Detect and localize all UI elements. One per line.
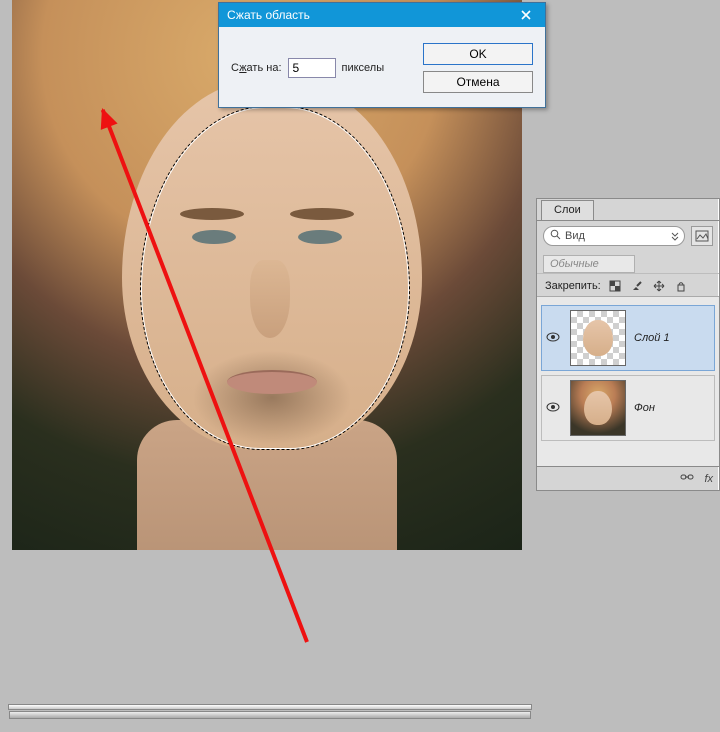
lock-pixels-icon[interactable] <box>609 280 623 292</box>
lock-row: Закрепить: <box>537 273 719 296</box>
dialog-title: Сжать область <box>227 8 310 22</box>
tab-layers[interactable]: Слои <box>541 200 594 220</box>
layer-name[interactable]: Слой 1 <box>634 332 670 344</box>
close-icon <box>521 10 531 20</box>
filter-reset-button[interactable] <box>691 226 713 246</box>
ok-button[interactable]: OK <box>423 43 533 65</box>
units-label: пикселы <box>342 62 385 74</box>
document-scrollbar[interactable] <box>8 704 532 710</box>
layer-thumbnail[interactable] <box>570 310 626 366</box>
layer-name[interactable]: Фон <box>634 402 655 414</box>
layers-panel: Слои Вид Обычные Закрепить: <box>536 198 720 491</box>
search-icon <box>550 229 561 243</box>
eye-icon <box>546 402 560 412</box>
layer-item[interactable]: Фон <box>541 375 715 441</box>
chevron-down-icon <box>671 231 679 244</box>
eye-icon <box>546 332 560 342</box>
contract-by-label: Сжать на: <box>231 62 282 74</box>
layers-list: Слой 1 Фон <box>537 296 719 466</box>
contract-by-input[interactable] <box>288 58 336 78</box>
lock-brush-icon[interactable] <box>631 280 645 292</box>
layer-filter-select[interactable]: Вид <box>543 226 685 246</box>
close-button[interactable] <box>513 6 539 24</box>
layer-thumbnail[interactable] <box>570 380 626 436</box>
visibility-toggle[interactable] <box>546 402 562 415</box>
image-icon <box>695 230 709 242</box>
contract-selection-dialog: Сжать область Сжать на: пикселы OK Отмен… <box>218 2 546 108</box>
lock-move-icon[interactable] <box>653 280 667 292</box>
lock-label: Закрепить: <box>545 280 601 292</box>
fx-icon[interactable]: fx <box>704 473 713 485</box>
dialog-titlebar[interactable]: Сжать область <box>219 3 545 27</box>
panel-footer: fx <box>537 466 719 490</box>
blend-mode-select[interactable]: Обычные <box>543 255 635 273</box>
visibility-toggle[interactable] <box>546 332 562 345</box>
panel-tabs: Слои <box>537 199 719 221</box>
lock-all-icon[interactable] <box>675 280 689 292</box>
layer-item[interactable]: Слой 1 <box>541 305 715 371</box>
link-layers-icon[interactable] <box>680 472 694 485</box>
selection-marquee <box>140 106 410 450</box>
layer-filter-label: Вид <box>565 230 585 242</box>
cancel-button[interactable]: Отмена <box>423 71 533 93</box>
